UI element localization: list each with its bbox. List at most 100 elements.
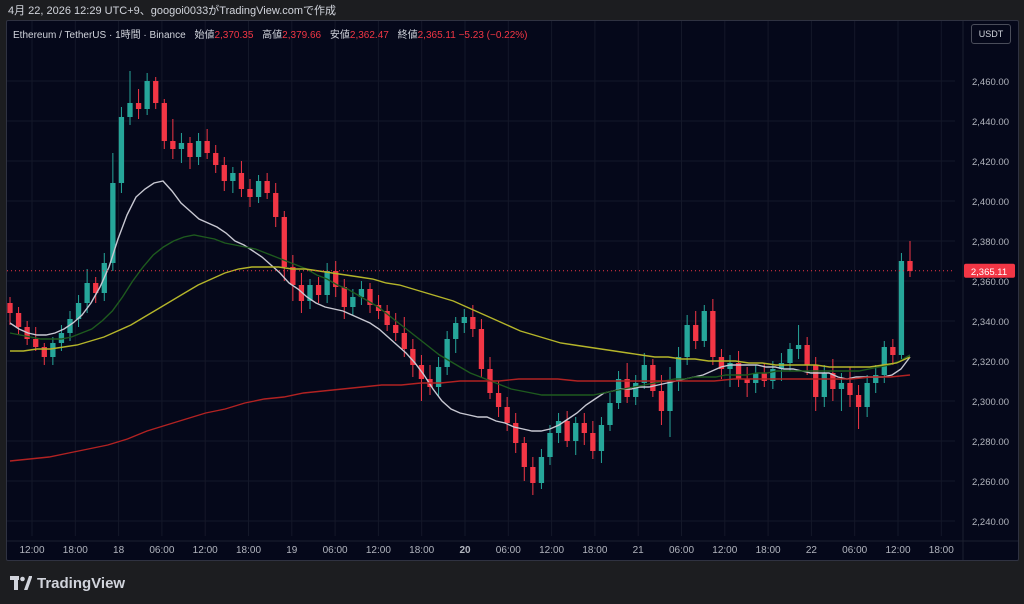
candle-body	[15, 313, 22, 327]
y-axis-tick-label: 2,240.00	[972, 517, 1009, 528]
candle-body	[230, 173, 236, 181]
x-axis-tick-label: 06:00	[496, 545, 521, 556]
candle-body	[684, 325, 690, 357]
x-axis-tick-label: 06:00	[669, 545, 694, 556]
candle-body	[590, 433, 596, 451]
candle-body	[324, 271, 330, 295]
candle-body	[118, 117, 125, 183]
export-header: 4月 22, 2026 12:29 UTC+9、googoi0033がTradi…	[8, 5, 337, 17]
candle-body	[461, 317, 467, 323]
x-axis-tick-label: 20	[459, 545, 471, 556]
moving-average-line	[9, 234, 911, 396]
candle-body	[795, 345, 802, 349]
candle-body	[530, 467, 536, 483]
tradingview-logo-icon	[10, 576, 32, 590]
candle-body	[213, 153, 219, 165]
candle-body	[187, 143, 193, 157]
currency-button[interactable]: USDT	[971, 24, 1011, 44]
y-axis-tick-label: 2,260.00	[972, 477, 1009, 488]
candle-body	[787, 349, 793, 363]
y-axis-tick-label: 2,460.00	[972, 77, 1009, 88]
price-chart[interactable]: 2,240.00 2,260.00 2,280.00 2,300.00 2,320.00…	[7, 21, 1019, 561]
candle-body	[598, 425, 605, 451]
candle-body	[135, 103, 142, 109]
candle-body	[470, 317, 476, 329]
chart-panel[interactable]: 2,240.00 2,260.00 2,280.00 2,300.00 2,320.00…	[6, 20, 1019, 561]
candle-body	[813, 365, 819, 397]
x-axis-tick-label: 12:00	[366, 545, 391, 556]
low-value: 2,362.47	[349, 30, 389, 41]
high-label: 高値	[262, 30, 283, 41]
x-axis-tick-label: 21	[633, 545, 645, 556]
candle-body	[178, 143, 185, 149]
candle-body	[821, 373, 827, 397]
x-axis-tick-label: 06:00	[149, 545, 174, 556]
y-axis-tick-label: 2,440.00	[972, 117, 1009, 128]
x-axis-tick-label: 06:00	[323, 545, 348, 556]
candle-body	[478, 329, 485, 369]
candle-body	[710, 311, 716, 357]
symbol-name: Ethereum / TetherUS · 1時間 · Binance	[13, 30, 186, 41]
x-axis-tick-label: 18:00	[582, 545, 607, 556]
candle-body	[555, 421, 562, 433]
candle-body	[667, 381, 673, 411]
candle-body	[864, 383, 870, 407]
candle-body	[581, 423, 587, 433]
open-value: 2,370.35	[214, 30, 254, 41]
y-axis-tick-label: 2,400.00	[972, 197, 1009, 208]
candle-body	[7, 303, 13, 313]
y-axis-tick-label: 2,380.00	[972, 237, 1009, 248]
candle-body	[153, 81, 159, 103]
candle-body	[435, 367, 442, 387]
candle-body	[804, 345, 810, 365]
candle-body	[658, 391, 665, 411]
candle-body	[753, 373, 759, 383]
candle-body	[444, 339, 450, 367]
candle-body	[547, 433, 553, 457]
x-axis-tick-label: 19	[286, 545, 298, 556]
candle-body	[238, 173, 245, 189]
candle-body	[84, 283, 90, 303]
candle-body	[607, 403, 613, 425]
candle-body	[855, 395, 862, 407]
candle-body	[898, 261, 905, 355]
candle-body	[453, 323, 459, 339]
candle-body	[204, 141, 210, 153]
candle-body	[538, 457, 545, 483]
candle-body	[127, 103, 133, 117]
candle-body	[873, 375, 879, 383]
candle-body	[170, 141, 176, 149]
candle-body	[633, 383, 639, 397]
x-axis-tick-label: 12:00	[712, 545, 737, 556]
y-axis-tick-label: 2,420.00	[972, 157, 1009, 168]
change-value: −5.23 (−0.22%)	[458, 30, 528, 41]
candle-body	[881, 347, 887, 375]
candle-body	[675, 357, 682, 381]
x-axis-tick-label: 12:00	[193, 545, 218, 556]
candle-body	[144, 81, 150, 109]
x-axis-tick-label: 18:00	[409, 545, 434, 556]
current-price-label: 2,365.11	[971, 267, 1007, 278]
brand-name: TradingView	[37, 574, 126, 592]
y-axis-tick-label: 2,360.00	[972, 277, 1009, 288]
x-axis-tick-label: 06:00	[842, 545, 867, 556]
moving-average-line	[10, 266, 911, 368]
y-axis-tick-label: 2,320.00	[972, 357, 1009, 368]
candle-body	[195, 141, 202, 157]
x-axis-tick-label: 18	[113, 545, 125, 556]
open-label: 始値	[194, 30, 215, 41]
x-axis-tick-label: 12:00	[19, 545, 44, 556]
footer-brand[interactable]: TradingView	[10, 572, 125, 594]
candle-body	[247, 189, 253, 197]
candle-body	[264, 181, 270, 193]
symbol-legend: Ethereum / TetherUS · 1時間 · Binance 始値2,…	[13, 26, 528, 41]
candle-body	[393, 325, 399, 333]
candle-body	[564, 421, 570, 441]
candle-body	[838, 383, 845, 389]
x-axis-tick-label: 12:00	[539, 545, 564, 556]
candle-body	[221, 165, 227, 181]
candle-body	[350, 297, 356, 307]
low-label: 安値	[329, 30, 350, 41]
candle-body	[341, 287, 347, 307]
candle-body	[504, 407, 510, 423]
